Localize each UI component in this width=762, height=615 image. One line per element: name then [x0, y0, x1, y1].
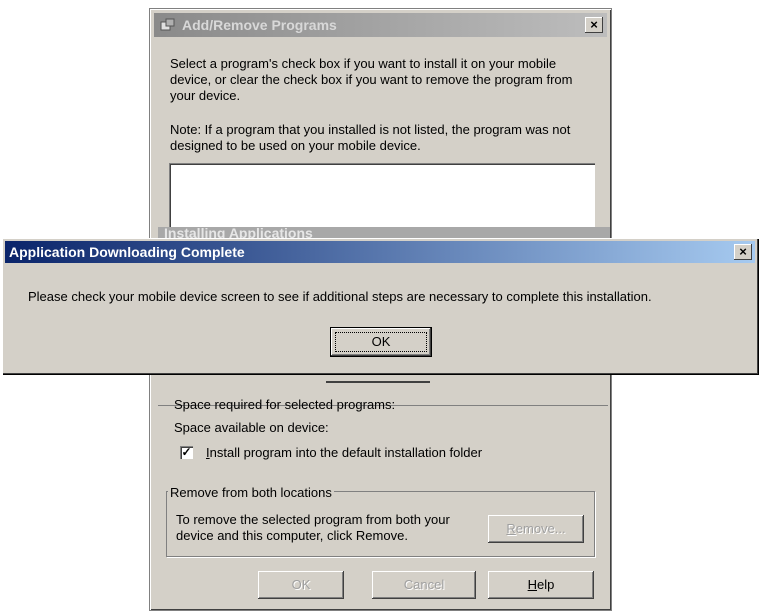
default-folder-checkbox[interactable]: ✓	[180, 446, 193, 459]
help-button-label: elp	[537, 577, 555, 592]
add-remove-close-button[interactable]: ×	[585, 17, 603, 33]
focus-rectangle	[335, 332, 427, 352]
add-remove-titlebar: Add/Remove Programs ×	[154, 13, 607, 37]
instructions-text: Select a program's check box if you want…	[170, 56, 573, 103]
close-icon: ×	[739, 244, 747, 259]
default-folder-label[interactable]: Install program into the default install…	[206, 445, 482, 460]
remove-button[interactable]: Remove...	[488, 515, 584, 543]
space-available-label: Space available on device:	[174, 420, 329, 435]
dialog-message: Please check your mobile device screen t…	[28, 289, 652, 304]
programs-icon	[160, 18, 175, 31]
remove-group-text: To remove the selected program from both…	[176, 512, 450, 543]
default-folder-label-text: nstall program into the default installa…	[209, 445, 483, 460]
dialog-ok-button[interactable]: OK	[331, 328, 431, 356]
checkmark-icon: ✓	[181, 445, 192, 459]
remove-group-legend: Remove from both locations	[168, 485, 334, 500]
cancel-button[interactable]: Cancel	[372, 571, 476, 599]
close-icon: ×	[590, 17, 598, 32]
add-remove-title: Add/Remove Programs	[182, 17, 337, 33]
dialog-title: Application Downloading Complete	[9, 244, 245, 260]
note-text: Note: If a program that you installed is…	[170, 122, 571, 153]
download-complete-dialog: Application Downloading Complete × Pleas…	[2, 238, 758, 374]
help-mnemonic: H	[527, 577, 538, 592]
remove-mnemonic: R	[506, 521, 516, 536]
space-required-label: Space required for selected programs:	[174, 397, 396, 412]
help-button[interactable]: Help	[488, 571, 594, 599]
dialog-titlebar: Application Downloading Complete ×	[5, 241, 755, 263]
remove-button-label: emove...	[515, 521, 566, 536]
dialog-close-button[interactable]: ×	[734, 244, 752, 260]
ok-button-bg[interactable]: OK	[258, 571, 344, 599]
